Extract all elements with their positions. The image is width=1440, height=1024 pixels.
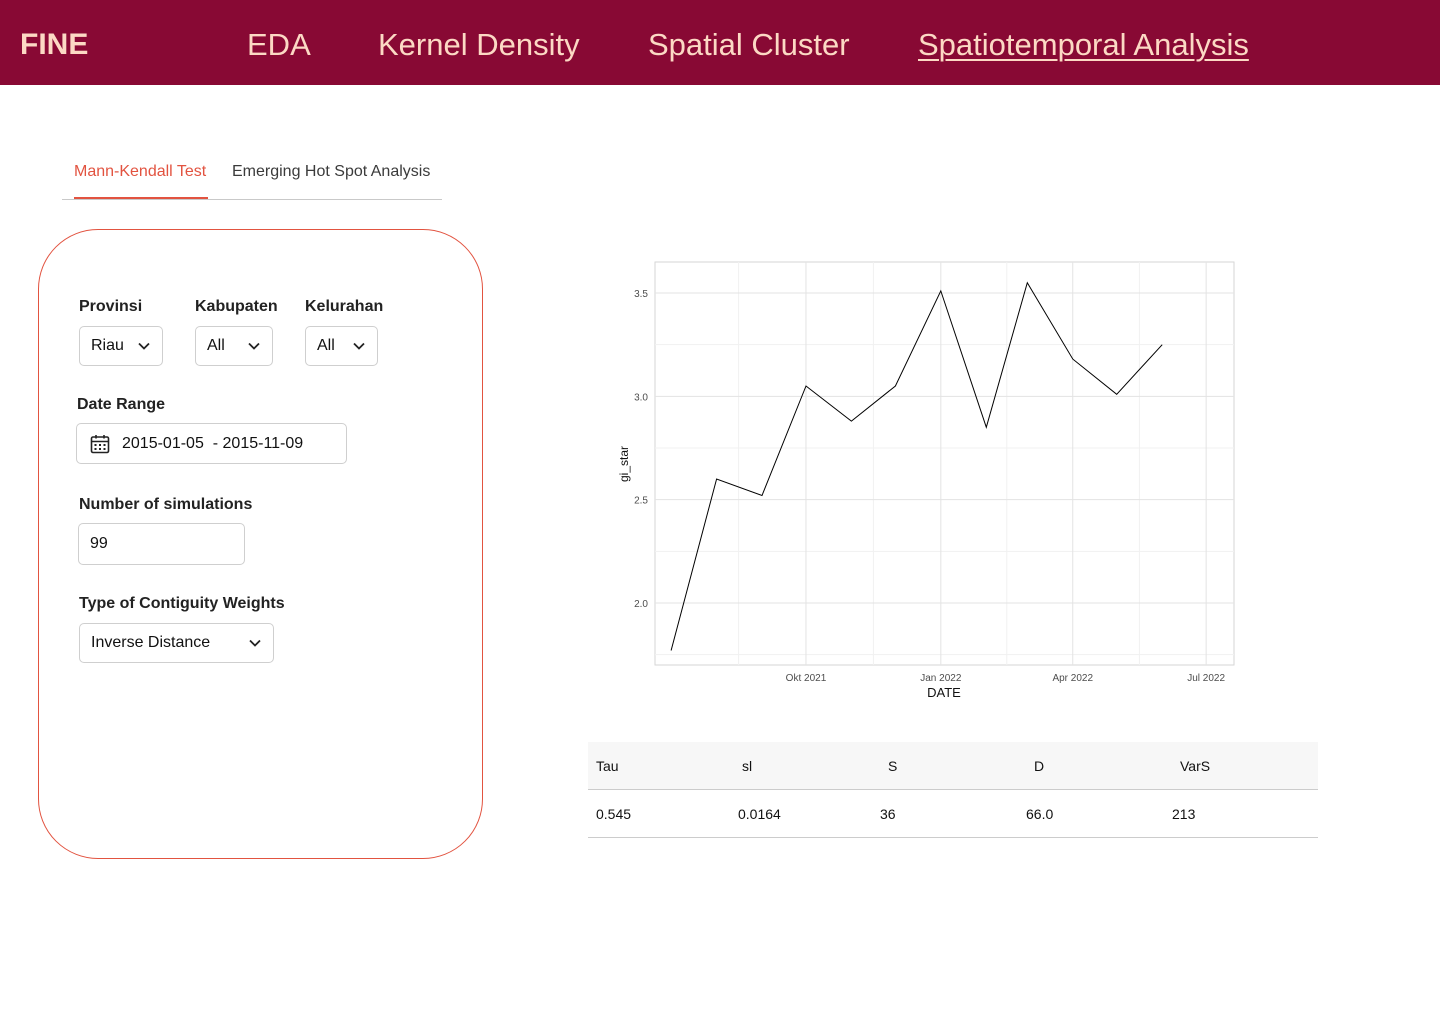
top-navbar: FINE EDA Kernel Density Spatial Cluster … <box>0 0 1440 85</box>
y-tick-label: 2.0 <box>634 599 648 610</box>
plot-area <box>654 261 1235 666</box>
x-tick-label: Jan 2022 <box>920 673 962 684</box>
analysis-tabs: Mann-Kendall Test Emerging Hot Spot Anal… <box>62 150 442 200</box>
x-axis-label: DATE <box>927 685 961 700</box>
kelurahan-label: Kelurahan <box>305 298 384 315</box>
chevron-down-icon <box>248 624 262 662</box>
chevron-down-icon <box>352 327 366 365</box>
kabupaten-label: Kabupaten <box>195 298 278 315</box>
date-range-end: 2015-11-09 <box>222 435 304 452</box>
kelurahan-value: All <box>317 337 335 354</box>
cell-d: 66.0 <box>1026 806 1054 822</box>
date-range-start: 2015-01-05 <box>122 435 204 452</box>
x-tick-label: Jul 2022 <box>1187 673 1225 684</box>
cell-sl: 0.0164 <box>738 806 781 822</box>
header-tau: Tau <box>596 758 619 774</box>
y-tick-label: 3.5 <box>634 289 648 300</box>
table-row: 0.545 0.0164 36 66.0 213 <box>588 790 1318 838</box>
y-axis-label: gi_star <box>617 446 631 482</box>
header-d: D <box>1034 758 1045 774</box>
cell-s: 36 <box>880 806 896 822</box>
x-tick-label: Apr 2022 <box>1052 673 1093 684</box>
gi-star-line-chart: 2.0 2.5 3.0 3.5 Okt 2021 Jan 2022 Apr 2022 Jul… <box>617 261 1235 700</box>
cell-tau: 0.545 <box>596 806 632 822</box>
simulations-input[interactable] <box>78 523 245 565</box>
header-vars: VarS <box>1180 758 1211 774</box>
contiguity-value: Inverse Distance <box>91 634 211 651</box>
mann-kendall-results-table: Tau sl S D VarS 0.545 0.0164 36 66.0 213 <box>588 742 1318 838</box>
nav-item-kernel-density[interactable]: Kernel Density <box>378 26 580 64</box>
kelurahan-select[interactable]: All <box>305 326 378 366</box>
header-s: S <box>888 758 898 774</box>
y-tick-label: 2.5 <box>634 496 648 507</box>
kabupaten-select[interactable]: All <box>195 326 273 366</box>
calendar-icon <box>90 435 110 454</box>
tab-mann-kendall-test[interactable]: Mann-Kendall Test <box>74 162 206 182</box>
nav-item-eda[interactable]: EDA <box>247 26 311 64</box>
nav-item-spatial-cluster[interactable]: Spatial Cluster <box>648 26 850 64</box>
date-range-separator: - <box>212 435 219 452</box>
y-tick-label: 3.0 <box>634 392 648 403</box>
date-range-picker[interactable]: 2015-01-05 - 2015-11-09 <box>76 423 347 464</box>
cell-vars: 213 <box>1172 806 1196 822</box>
date-range-value: 2015-01-05 - 2015-11-09 <box>122 434 303 454</box>
chevron-down-icon <box>137 327 151 365</box>
active-tab-indicator <box>74 197 208 199</box>
x-tick-label: Okt 2021 <box>786 673 827 684</box>
brand-logo[interactable]: FINE <box>20 26 88 64</box>
provinsi-select[interactable]: Riau <box>79 326 163 366</box>
contiguity-select[interactable]: Inverse Distance <box>79 623 274 663</box>
header-sl: sl <box>742 758 753 774</box>
contiguity-label: Type of Contiguity Weights <box>79 595 285 612</box>
chevron-down-icon <box>247 327 261 365</box>
tab-emerging-hot-spot-analysis[interactable]: Emerging Hot Spot Analysis <box>232 162 430 182</box>
kabupaten-value: All <box>207 337 225 354</box>
date-range-label: Date Range <box>77 396 166 413</box>
simulations-label: Number of simulations <box>79 496 253 513</box>
nav-item-spatiotemporal-analysis[interactable]: Spatiotemporal Analysis <box>918 26 1249 64</box>
provinsi-value: Riau <box>91 337 124 354</box>
provinsi-label: Provinsi <box>79 298 143 315</box>
table-header: Tau sl S D VarS <box>588 742 1318 790</box>
